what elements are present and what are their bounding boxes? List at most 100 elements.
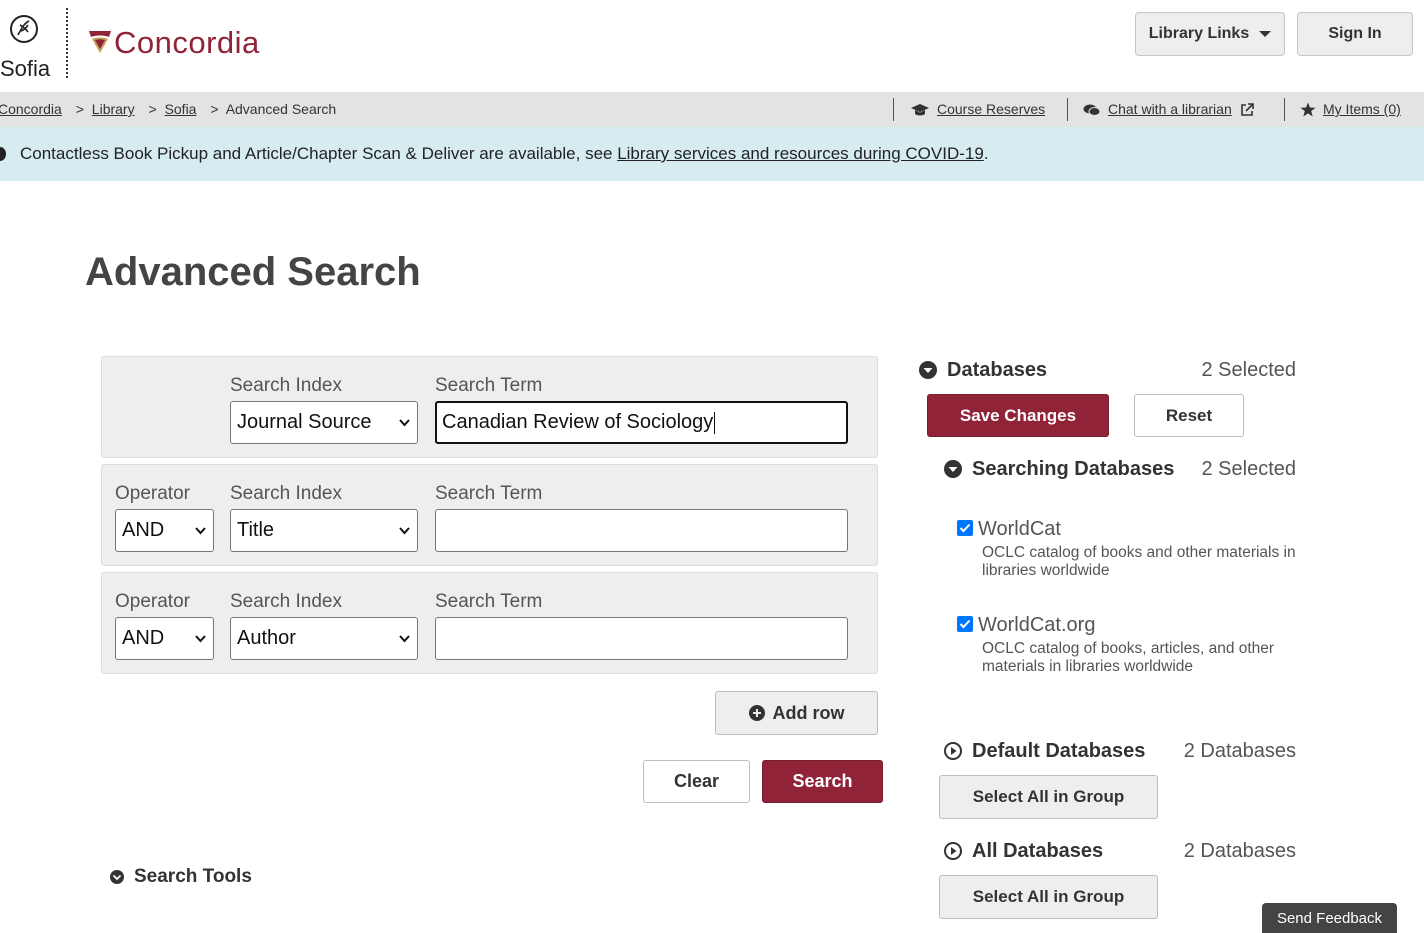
searching-databases-count: 2 Selected [1201,458,1296,480]
concordia-logo-text: Concordia [114,24,260,60]
select-all-default-button[interactable]: Select All in Group [939,775,1158,819]
worldcat-org-checkbox[interactable] [957,616,973,632]
search-row: Operator AND Search Index Title Search T… [101,464,878,566]
course-reserves-link[interactable]: Course Reserves [910,101,1045,118]
search-tools-toggle[interactable]: Search Tools [110,866,252,888]
search-term-input[interactable]: Canadian Review of Sociology [435,401,848,444]
site-header: Sofia Concordia Library Links Sign In [0,0,1424,92]
all-databases-toggle[interactable]: All Databases [944,839,1103,863]
alert-link[interactable]: Library services and resources during CO… [617,144,984,163]
sign-in-label: Sign In [1328,25,1382,42]
search-term-label: Search Term [435,375,543,396]
breadcrumb-link-concordia[interactable]: Concordia [0,101,62,117]
chevron-down-icon [195,635,206,643]
worldcat-name: WorldCat [978,518,1061,540]
searching-databases-title: Searching Databases [972,458,1175,480]
reset-button[interactable]: Reset [1134,394,1244,437]
search-term-label: Search Term [435,591,543,612]
sofia-logo[interactable]: Sofia [0,12,50,80]
default-databases-title: Default Databases [972,740,1146,762]
search-index-select[interactable]: Title [230,509,418,552]
library-links-button[interactable]: Library Links [1135,12,1285,56]
databases-selected-count: 2 Selected [1201,359,1296,381]
search-term-label: Search Term [435,483,543,504]
default-databases-count: 2 Databases [1183,740,1296,762]
plus-circle-icon [748,705,765,721]
select-all-all-button[interactable]: Select All in Group [939,875,1158,919]
search-button[interactable]: Search [762,760,883,803]
chat-link[interactable]: Chat with a librarian [1083,101,1254,118]
search-label: Search [792,771,853,791]
play-circle-icon [944,842,962,860]
chevron-circle-down-icon [919,361,937,379]
save-changes-button[interactable]: Save Changes [927,394,1109,437]
star-icon [1300,102,1316,117]
operator-value: AND [122,627,165,649]
worldcat-checkbox[interactable] [957,520,973,536]
add-row-label: Add row [772,702,845,723]
utility-divider [893,98,894,121]
worldcat-org-name: WorldCat.org [978,614,1096,636]
chevron-down-icon [399,635,410,643]
sign-in-button[interactable]: Sign In [1297,12,1413,56]
chevron-circle-down-icon [110,870,124,884]
operator-value: AND [122,519,165,541]
alert-text: Contactless Book Pickup and Article/Chap… [20,144,618,163]
utility-divider [1284,98,1285,121]
search-index-label: Search Index [230,483,342,504]
utility-divider [1067,98,1068,121]
sofia-logo-text: Sofia [0,56,51,81]
concordia-logo[interactable]: Concordia [88,24,260,60]
sofia-logo-icon [10,15,38,43]
search-index-value: Author [237,627,296,649]
search-index-value: Journal Source [237,411,372,433]
info-icon [0,147,6,161]
chevron-down-icon [195,527,206,535]
course-reserves-label[interactable]: Course Reserves [937,101,1045,118]
databases-toggle[interactable]: Databases [919,358,1047,382]
select-all-label: Select All in Group [972,887,1125,906]
my-items-label[interactable]: My Items (0) [1323,101,1401,118]
select-all-label: Select All in Group [972,787,1125,806]
operator-label: Operator [115,483,190,504]
worldcat-description: OCLC catalog of books and other material… [982,544,1296,579]
logo-divider [66,8,68,78]
breadcrumb-bar: Concordia > Library > Sofia > Advanced S… [0,92,1424,127]
check-icon [959,619,971,629]
search-row: Operator AND Search Index Author Search … [101,572,878,674]
default-databases-toggle[interactable]: Default Databases [944,739,1145,763]
operator-select[interactable]: AND [115,509,214,552]
my-items-link[interactable]: My Items (0) [1300,101,1401,118]
databases-title: Databases [947,359,1048,381]
chat-bubbles-icon [1083,104,1101,116]
search-index-label: Search Index [230,375,342,396]
breadcrumb-separator: > [75,101,84,117]
text-cursor [714,411,716,434]
page-title: Advanced Search [85,250,421,294]
breadcrumb: Concordia > Library > Sofia > Advanced S… [0,101,336,118]
clear-button[interactable]: Clear [643,760,750,803]
worldcat-org-description: OCLC catalog of books, articles, and oth… [982,640,1275,675]
chevron-down-icon [399,419,410,427]
search-term-input[interactable] [435,509,848,552]
searching-databases-toggle[interactable]: Searching Databases [944,457,1174,481]
alert-suffix: . [983,144,989,163]
search-index-value: Title [237,519,275,541]
breadcrumb-link-library[interactable]: Library [92,101,135,117]
check-icon [959,523,971,533]
chat-label[interactable]: Chat with a librarian [1108,101,1232,118]
add-row-button[interactable]: Add row [715,691,878,735]
operator-label: Operator [115,591,190,612]
search-index-select[interactable]: Journal Source [230,401,418,444]
library-links-label: Library Links [1148,25,1250,42]
search-index-select[interactable]: Author [230,617,418,660]
chevron-circle-down-icon [944,460,962,478]
all-databases-title: All Databases [972,840,1104,862]
clear-label: Clear [673,771,720,791]
chevron-down-icon [399,527,410,535]
search-term-input[interactable] [435,617,848,660]
operator-select[interactable]: AND [115,617,214,660]
send-feedback-button[interactable]: Send Feedback [1262,903,1397,933]
all-databases-count: 2 Databases [1183,840,1296,862]
breadcrumb-link-sofia[interactable]: Sofia [165,101,197,117]
